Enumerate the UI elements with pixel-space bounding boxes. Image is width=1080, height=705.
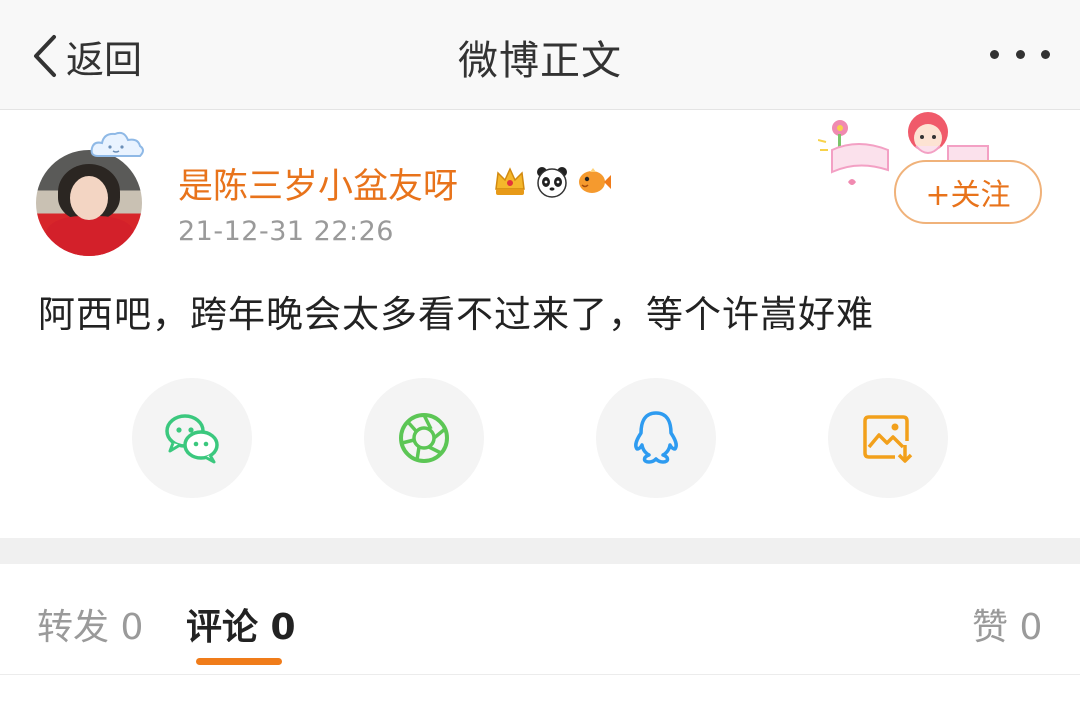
avatar[interactable] (36, 150, 142, 256)
save-image-icon (863, 415, 913, 463)
post-content: 阿西吧，跨年晚会太多看不过来了，等个许嵩好难 (38, 293, 874, 336)
tab-bar-divider (0, 674, 1080, 675)
page-title: 微博正文 (458, 38, 622, 84)
share-wechat-button[interactable] (132, 378, 252, 498)
active-tab-indicator (196, 658, 282, 665)
moments-icon (399, 413, 449, 463)
top-bar: 返回 微博正文 (0, 0, 1080, 110)
qq-icon (634, 411, 678, 464)
cloud-decoration-icon (90, 131, 144, 157)
more-dot-icon (1015, 49, 1025, 59)
more-dot-icon (1041, 49, 1050, 59)
tab-comment[interactable]: 评论 0 (186, 598, 296, 650)
fish-badge-icon (579, 168, 611, 193)
post-timestamp: 21-12-31 22:26 (178, 216, 394, 247)
avatar-image (36, 150, 142, 256)
wechat-icon (165, 414, 219, 464)
share-qq-button[interactable] (596, 378, 716, 498)
follow-button[interactable]: +关注 (894, 160, 1042, 224)
username[interactable]: 是陈三岁小盆友呀 (178, 158, 458, 209)
tab-repost[interactable]: 转发 0 (37, 598, 143, 650)
user-badges (492, 163, 612, 199)
panda-badge-icon (537, 167, 567, 198)
crown-badge-icon (495, 167, 525, 195)
more-options-button[interactable] (990, 42, 1050, 66)
more-dot-icon (990, 49, 999, 59)
section-divider (0, 538, 1080, 564)
save-image-button[interactable] (828, 378, 948, 498)
tab-like[interactable]: 赞 0 (972, 598, 1042, 650)
share-moments-button[interactable] (364, 378, 484, 498)
